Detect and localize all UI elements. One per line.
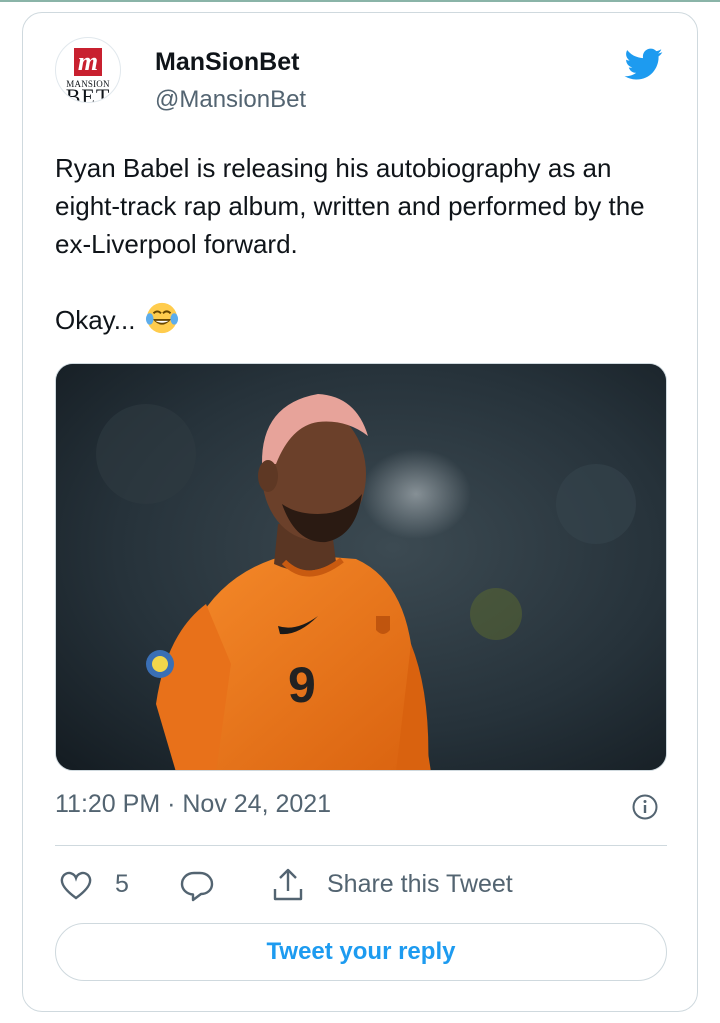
avatar-word-bottom: BET [65,84,111,103]
face-with-tears-of-joy-icon [145,302,179,334]
divider [55,845,667,846]
photo-football-player: 9 [56,364,666,770]
display-name[interactable]: ManSionBet [155,47,299,77]
share-tweet-button[interactable]: Share this Tweet [327,869,513,899]
top-edge-line [0,0,720,2]
tweet-photo[interactable]: 9 [55,363,667,771]
user-handle[interactable]: @MansionBet [155,85,306,115]
heart-icon[interactable] [59,869,93,901]
share-icon[interactable] [271,867,305,903]
tweet-timestamp[interactable]: 11:20 PM · Nov 24, 2021 [55,789,331,819]
avatar-monogram: m [74,48,102,76]
twitter-bird-icon[interactable] [621,45,667,83]
avatar[interactable]: m MANSION BET [55,37,121,103]
tweet-card: m MANSION BET ManSionBet @MansionBet Rya… [22,12,698,1012]
like-count: 5 [115,870,129,898]
tweet-reply-button[interactable]: Tweet your reply [55,923,667,981]
shirt-number: 9 [288,657,316,713]
reply-bubble-icon[interactable] [179,869,215,903]
info-icon[interactable] [631,793,659,821]
